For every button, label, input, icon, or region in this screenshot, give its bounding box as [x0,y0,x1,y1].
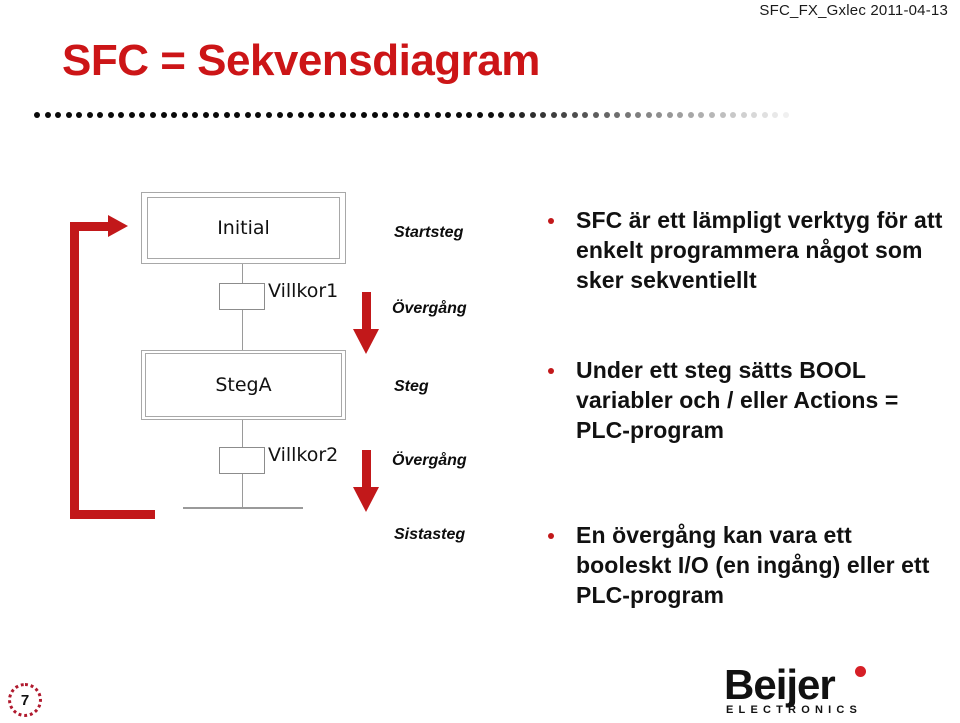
divider-dot [118,112,125,118]
sfc-label-overgang-1: Övergång [392,300,467,317]
sfc-label-overgang-2: Övergång [392,452,467,469]
divider-dot [244,112,251,118]
divider-dot [276,112,283,118]
sfc-transition-villkor1-box[interactable] [219,283,265,310]
divider-dot [128,112,135,118]
sfc-transition-villkor2-label: Villkor2 [268,444,339,466]
divider-dot [382,112,389,118]
divider-dot [65,112,72,118]
divider-dot [202,112,209,118]
arrow-head [353,487,379,512]
divider-dot [297,112,304,118]
divider-dot [223,112,230,118]
divider-dot [318,112,325,118]
logo-red-dot-icon [855,666,866,677]
logo-subtitle: ELECTRONICS [726,704,863,716]
bullet-marker-icon [548,368,554,374]
divider-dot [255,112,262,118]
divider-dot [234,112,241,118]
sfc-label-startsteg: Startsteg [394,224,464,241]
sfc-diagram: Initial Villkor1 StegA Villkor2 [0,170,390,550]
divider-dot [34,112,40,118]
arrow-shaft [362,450,371,490]
divider-dot [97,112,104,118]
logo-wordmark: Beijer [724,661,836,708]
divider-dot [213,112,220,118]
list-item: En övergång kan vara ett booleskt I/O (e… [548,521,948,611]
sfc-step-stega-label: StegA [215,374,272,396]
bullet-marker-icon [548,218,554,224]
divider-dot [371,112,378,118]
sfc-transition-villkor2-box[interactable] [219,447,265,474]
divider-dot [76,112,83,118]
sfc-annotation-labels: Startsteg Övergång Steg Övergång Sistast… [392,0,542,723]
divider-dot [55,112,62,118]
flow-down-arrow-icon-1 [353,292,379,354]
divider-dot [192,112,199,118]
divider-dot [266,112,273,118]
sfc-label-steg: Steg [394,378,429,395]
bullet-text: Under ett steg sätts BOOL variabler och … [576,357,899,443]
sfc-label-sistasteg: Sistasteg [394,526,466,543]
sfc-initial-step-inner: Initial [147,197,340,259]
loop-back-arrow-bottom-segment [70,510,155,519]
flow-down-arrow-icon-2 [353,450,379,512]
loop-back-arrowhead-icon [108,215,128,237]
divider-dot [44,112,51,118]
divider-dot [86,112,93,118]
arrow-shaft [362,292,371,332]
bullet-marker-icon [548,533,554,539]
divider-dot [181,112,188,118]
bullet-list: SFC är ett lämpligt verktyg för att enke… [548,0,960,723]
sfc-step-stega-inner: StegA [145,353,342,417]
sfc-initial-step-label: Initial [217,217,270,239]
divider-dot [350,112,357,118]
bullet-text: SFC är ett lämpligt verktyg för att enke… [576,207,943,293]
divider-dot [339,112,346,118]
sfc-step-stega-block[interactable]: StegA [141,350,346,420]
loop-back-arrow-vertical-segment [70,222,79,519]
divider-dot [160,112,167,118]
divider-dot [139,112,146,118]
beijer-electronics-logo: Beijer ELECTRONICS [724,664,946,716]
list-item: Under ett steg sätts BOOL variabler och … [548,356,948,446]
loop-back-arrow-top-segment [70,222,112,231]
divider-dot [329,112,336,118]
sfc-initial-step-block[interactable]: Initial [141,192,346,264]
divider-dot [150,112,157,118]
arrow-head [353,329,379,354]
divider-dot [107,112,114,118]
sfc-transition-villkor1-label: Villkor1 [268,280,339,302]
list-item: SFC är ett lämpligt verktyg för att enke… [548,206,948,296]
bullet-text: En övergång kan vara ett booleskt I/O (e… [576,522,930,608]
divider-dot [308,112,315,118]
sfc-end-bar [183,507,303,509]
divider-dot [360,112,367,118]
divider-dot [287,112,294,118]
page-number-badge: 7 [8,683,42,717]
page-number: 7 [20,691,30,709]
divider-dot [171,112,178,118]
